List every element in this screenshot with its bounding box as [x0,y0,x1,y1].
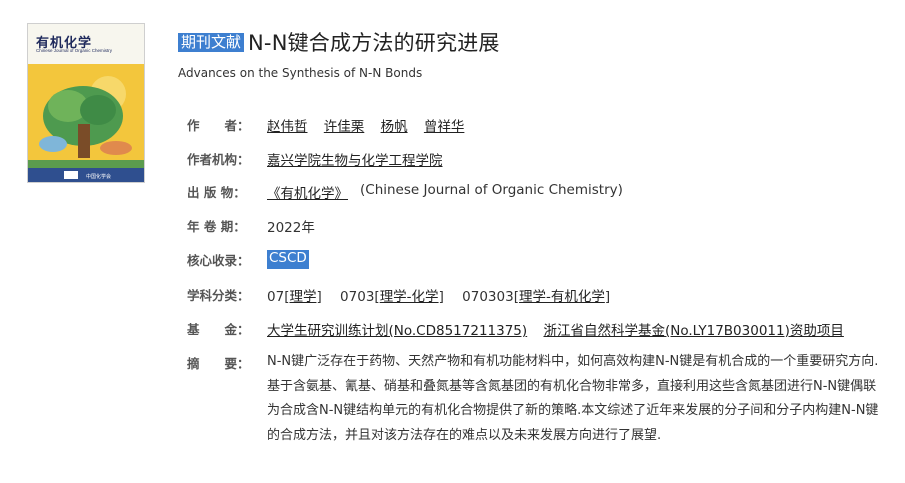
article-title: N-N键合成方法的研究进展 [248,31,500,55]
subject-link[interactable]: 理学-化学 [380,289,439,305]
publication-row: 出 版 物： 《有机化学》 (Chinese Journal of Organi… [187,182,623,202]
abstract-text: N-N键广泛存在于药物、天然产物和有机功能材料中，如何高效构建N-N键是有机合成… [267,354,879,443]
svg-text:中国化学会: 中国化学会 [86,173,111,180]
author-link[interactable]: 赵伟哲 [267,119,308,135]
core-index-label: 核心收录： [187,253,250,268]
institution-label: 作者机构： [187,152,250,167]
journal-cover[interactable]: 中国化学会 有机化学 Chinese Journal of Organic Ch… [27,23,145,183]
year-value: 2022年 [267,220,315,236]
institution-row: 作者机构： 嘉兴学院生物与化学工程学院 [187,149,455,169]
article-english-title: Advances on the Synthesis of N-N Bonds [178,66,423,80]
abstract-label: 摘 要： [187,356,250,371]
fund-link[interactable]: 大学生研究训练计划(No.CD8517211375) [267,323,527,339]
cover-subtitle: Chinese Journal of Organic Chemistry [36,48,113,53]
core-index-value: CSCD [267,250,309,269]
authors-label: 作 者： [187,118,250,133]
abstract-row: 摘 要： [187,353,267,372]
subject-code: 0703 [340,289,375,305]
subject-link[interactable]: 理学 [289,289,316,305]
author-link[interactable]: 许佳栗 [324,119,365,135]
publication-link[interactable]: 《有机化学》 [267,182,348,202]
publication-english-name: (Chinese Journal of Organic Chemistry) [360,182,623,198]
article-title-row: 期刊文献 N-N键合成方法的研究进展 [178,29,500,55]
author-link[interactable]: 杨帆 [381,119,408,135]
author-link[interactable]: 曾祥华 [424,119,465,135]
subject-row: 学科分类： 07[理学] 0703[理学-化学] 070303[理学-有机化学] [187,285,610,305]
publication-label: 出 版 物： [187,185,246,200]
subject-link[interactable]: 理学-有机化学 [519,289,605,305]
fund-label: 基 金： [187,322,250,337]
subject-code: 070303 [462,289,514,305]
year-label: 年 卷 期： [187,219,246,234]
fund-row: 基 金： 大学生研究训练计划(No.CD8517211375) 浙江省自然科学基… [187,319,856,339]
subject-code: 07 [267,289,285,305]
subject-label: 学科分类： [187,288,250,303]
document-type-tag: 期刊文献 [178,32,245,52]
year-row: 年 卷 期： 2022年 [187,216,315,236]
core-index-row: 核心收录： CSCD [187,250,309,269]
fund-link[interactable]: 浙江省自然科学基金(No.LY17B030011)资助项目 [543,323,843,339]
authors-row: 作 者： 赵伟哲 许佳栗 杨帆 曾祥华 [187,115,476,135]
institution-link[interactable]: 嘉兴学院生物与化学工程学院 [267,149,443,169]
